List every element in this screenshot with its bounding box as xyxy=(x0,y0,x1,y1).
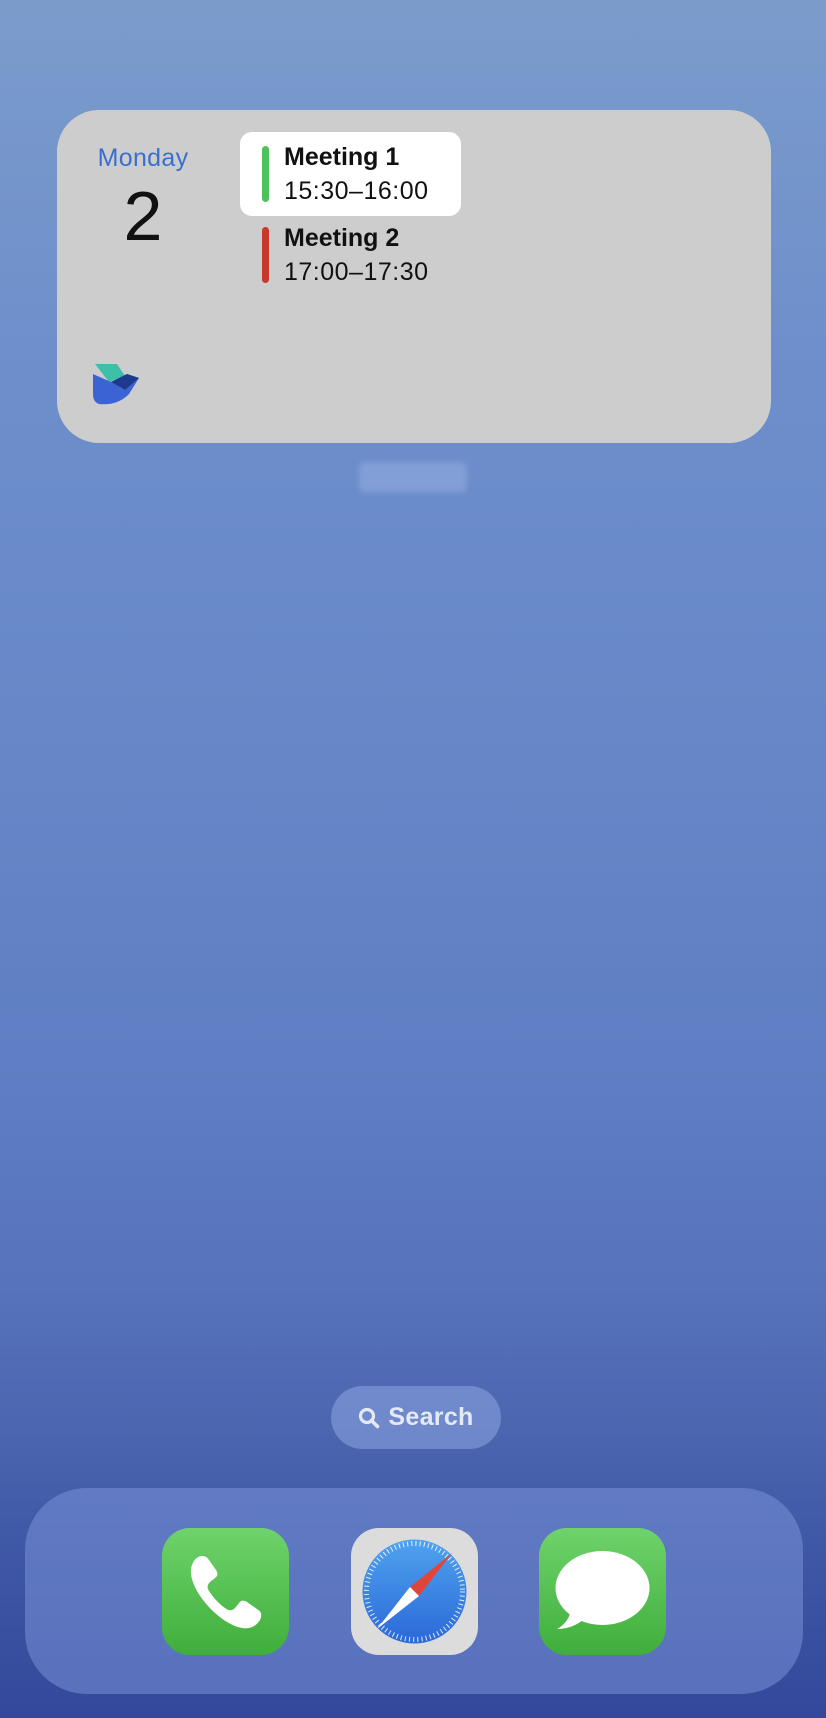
page-indicator[interactable] xyxy=(359,462,467,492)
search-icon xyxy=(358,1407,380,1429)
safari-app-icon[interactable] xyxy=(351,1528,478,1655)
calendar-widget[interactable]: Monday 2 Meeting 1 15:30–16:00 Meeting 2… xyxy=(57,110,771,443)
event-meeting-2[interactable]: Meeting 2 17:00–17:30 xyxy=(240,213,461,297)
speech-bubble-icon xyxy=(555,1551,650,1629)
phone-app-icon[interactable] xyxy=(162,1528,289,1655)
phone-icon xyxy=(190,1556,262,1629)
search-button[interactable]: Search xyxy=(331,1386,501,1449)
search-label: Search xyxy=(388,1403,474,1431)
dock xyxy=(25,1488,803,1694)
weekday-label: Monday xyxy=(97,144,189,172)
event-color-bar xyxy=(262,146,269,202)
messages-app-icon[interactable] xyxy=(539,1528,666,1655)
event-time: 15:30–16:00 xyxy=(284,177,429,205)
event-title: Meeting 2 xyxy=(284,224,400,252)
compass-icon xyxy=(362,1539,467,1644)
event-title: Meeting 1 xyxy=(284,143,400,171)
event-meeting-1[interactable]: Meeting 1 15:30–16:00 xyxy=(240,132,461,216)
app-logo-icon xyxy=(91,364,141,406)
event-color-bar xyxy=(262,227,269,283)
event-time: 17:00–17:30 xyxy=(284,258,429,286)
day-number: 2 xyxy=(123,177,163,255)
